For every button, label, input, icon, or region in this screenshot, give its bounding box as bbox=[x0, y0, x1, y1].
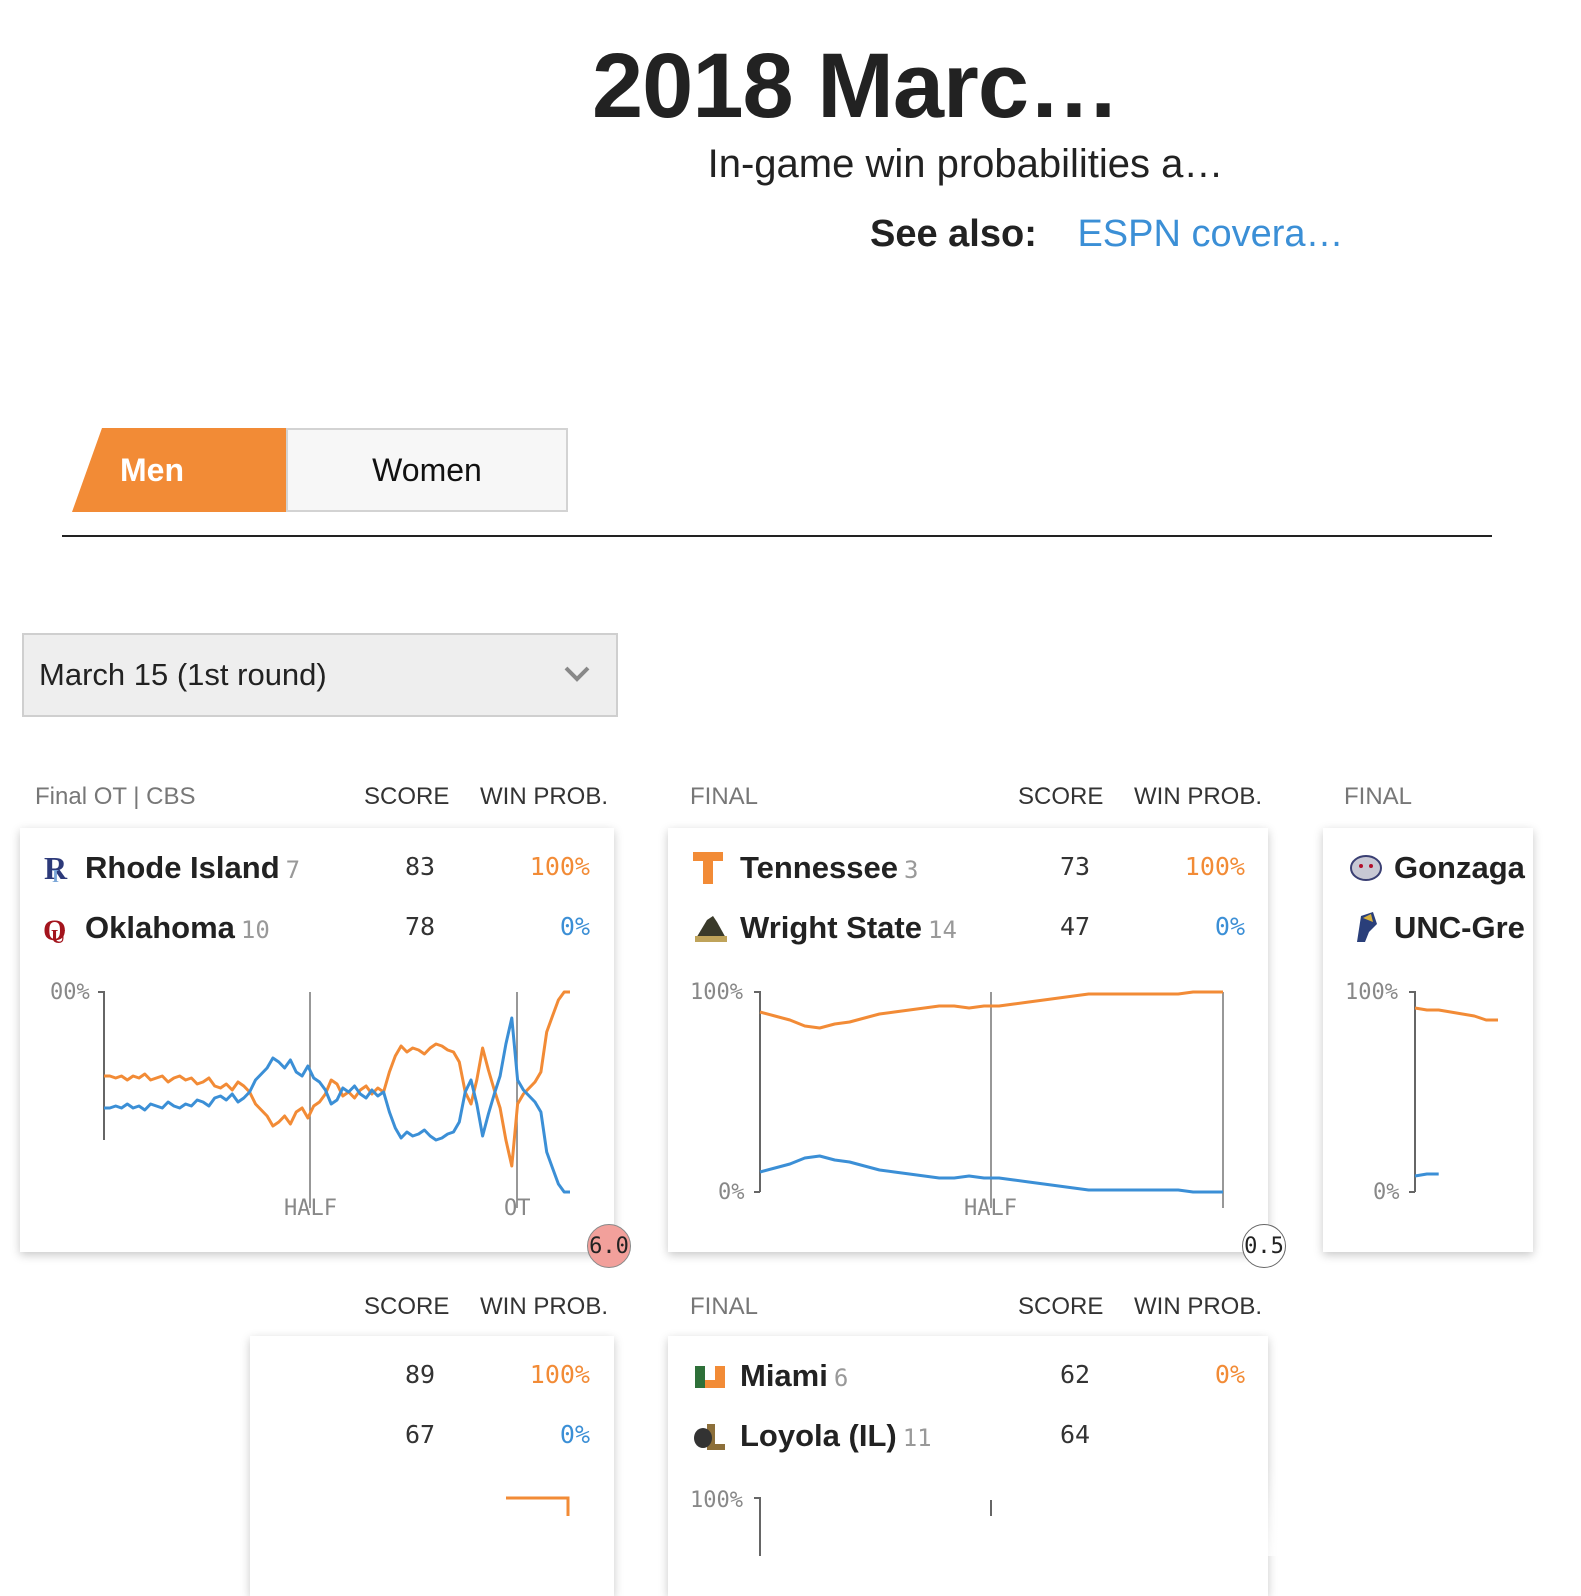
game-card[interactable]: 89 100% 67 0% bbox=[250, 1336, 614, 1596]
chart-y-axis bbox=[98, 991, 105, 1140]
score-header: SCORE bbox=[1018, 1293, 1104, 1320]
game-status: FINAL bbox=[690, 783, 759, 810]
win-prob-header: WIN PROB. bbox=[1134, 1293, 1263, 1320]
game-status: FINAL bbox=[1344, 783, 1413, 810]
tab-divider bbox=[62, 535, 1492, 537]
win-probability-chart bbox=[754, 990, 1224, 1208]
win-prob-header: WIN PROB. bbox=[1134, 783, 1263, 810]
game-card[interactable]: Tennessee 3 73 100% Wright State 14 47 0% … bbox=[668, 828, 1268, 1252]
excitement-index-badge: 6.0 bbox=[587, 1224, 631, 1268]
chart-y-axis bbox=[754, 1497, 761, 1556]
viewport-fade bbox=[1260, 1300, 1581, 1556]
see-also: See also: ESPN covera… bbox=[870, 213, 1344, 256]
chart-y-axis bbox=[754, 991, 761, 1192]
tab-women[interactable]: Women bbox=[286, 428, 568, 512]
win-probability-chart bbox=[754, 1497, 992, 1556]
date-round-select-value: March 15 (1st round) bbox=[39, 657, 327, 692]
win-prob-header: WIN PROB. bbox=[480, 1293, 609, 1320]
win-prob-line-winner bbox=[506, 1496, 570, 1516]
win-prob-header: WIN PROB. bbox=[480, 783, 609, 810]
game-status: Final OT | CBS bbox=[35, 783, 196, 810]
score-header: SCORE bbox=[364, 1293, 450, 1320]
chevron-down-icon bbox=[564, 666, 590, 682]
tab-men[interactable]: Men bbox=[72, 428, 286, 512]
date-round-select[interactable]: March 15 (1st round) bbox=[22, 633, 618, 717]
score-header: SCORE bbox=[1018, 783, 1104, 810]
page-subtitle: In-game win probabilities a… bbox=[707, 142, 1224, 186]
win-probability-chart bbox=[506, 1496, 570, 1516]
score-header: SCORE bbox=[364, 783, 450, 810]
excitement-index-badge: 0.5 bbox=[1242, 1224, 1286, 1268]
win-probability-chart bbox=[1409, 991, 1498, 1193]
win-prob-line-winner bbox=[1414, 1006, 1498, 1022]
chart-y-axis bbox=[1409, 991, 1416, 1192]
espn-coverage-link[interactable]: ESPN covera… bbox=[1077, 213, 1343, 255]
game-card[interactable]: R I Rhode Island 7 83 100% O U Oklahoma 10… bbox=[20, 828, 614, 1252]
game-card[interactable]: Gonzaga UNC-Gre 100% 0% bbox=[1323, 828, 1533, 1252]
win-prob-line-loser bbox=[1414, 1172, 1439, 1178]
page-title: 2018 Marc… bbox=[592, 35, 1120, 137]
game-status: FINAL bbox=[690, 1293, 759, 1320]
see-also-label: See also: bbox=[870, 213, 1037, 255]
win-probability-chart bbox=[98, 990, 570, 1208]
game-card[interactable]: Miami 6 62 0% Loyola (IL) 11 64 100% bbox=[668, 1336, 1268, 1596]
